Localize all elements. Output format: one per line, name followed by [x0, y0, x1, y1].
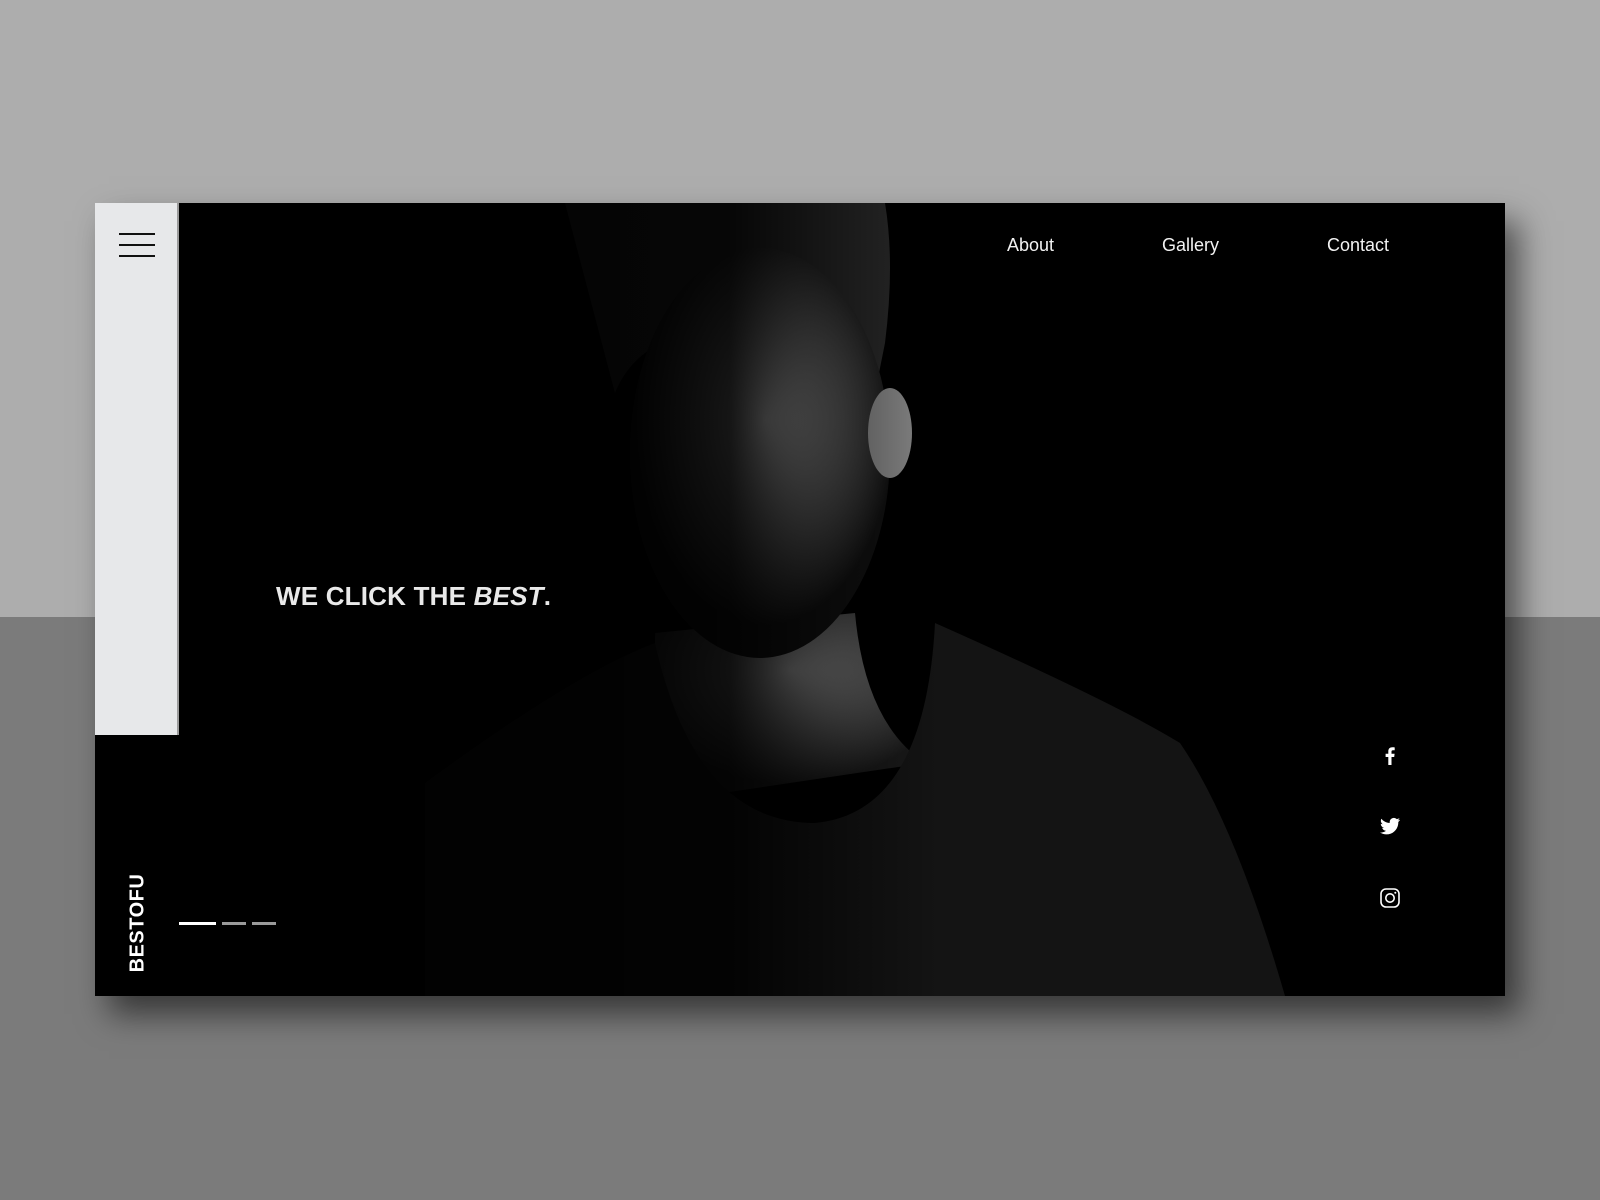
- pager-dash-1[interactable]: [179, 922, 216, 925]
- nav-contact[interactable]: Contact: [1327, 235, 1389, 256]
- nav-about[interactable]: About: [1007, 235, 1054, 256]
- slide-pager: [179, 922, 276, 925]
- nav-gallery[interactable]: Gallery: [1162, 235, 1219, 256]
- hero-card: About Gallery Contact WE CLICK THE BEST.…: [95, 203, 1505, 996]
- hamburger-menu-icon[interactable]: [119, 233, 155, 263]
- brand-logo: BESTOFU: [126, 873, 149, 973]
- instagram-icon[interactable]: [1378, 886, 1402, 910]
- pager-dash-2[interactable]: [222, 922, 246, 925]
- headline-text: WE CLICK THE: [276, 581, 474, 611]
- pager-dash-3[interactable]: [252, 922, 276, 925]
- hero-headline: WE CLICK THE BEST.: [276, 581, 551, 612]
- facebook-icon[interactable]: [1378, 743, 1402, 767]
- twitter-icon[interactable]: [1378, 814, 1402, 838]
- headline-emphasis: BEST: [473, 581, 544, 611]
- headline-suffix: .: [543, 581, 552, 611]
- sidebar: [95, 203, 179, 735]
